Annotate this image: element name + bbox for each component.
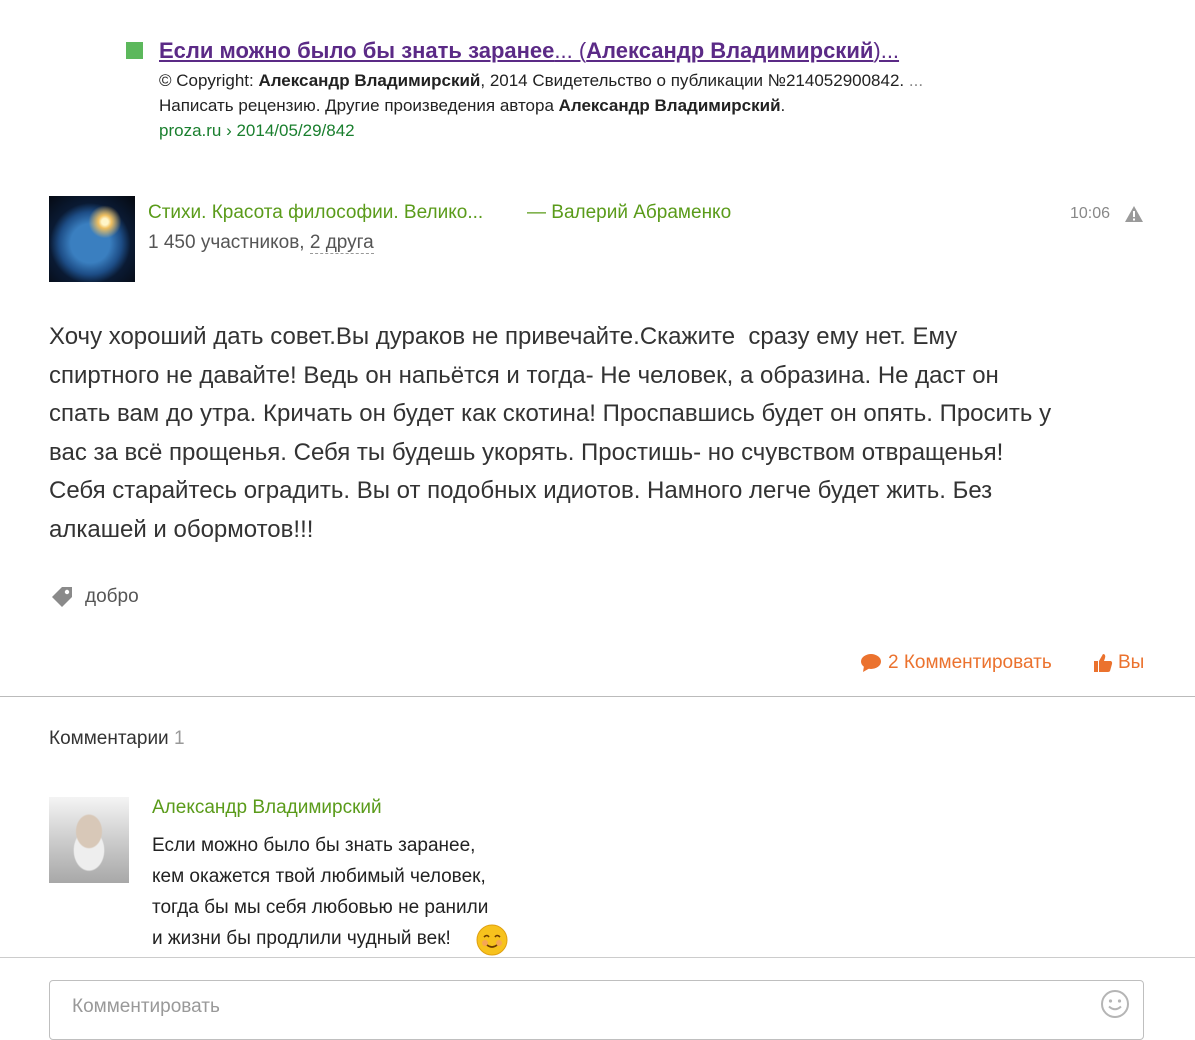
comment-text: Если можно было бы знать заранее, кем ок… (152, 835, 489, 949)
group-avatar[interactable] (49, 196, 135, 282)
result-title-main: Если можно было бы знать заранее (159, 38, 555, 63)
comment-author-avatar[interactable] (49, 797, 129, 883)
comments-title: Комментарии (49, 728, 169, 749)
comment-bubble-icon (861, 654, 881, 672)
copyright-suffix: , 2014 Свидетельство о публикации №21405… (480, 71, 909, 90)
members-count: 1 450 участников, (148, 232, 310, 253)
result-title-ellipsis-end: )... (873, 38, 900, 63)
result-marker-icon (126, 42, 143, 59)
like-button-label: Вы (1118, 652, 1145, 673)
comment-button-label: 2 Комментировать (888, 652, 1052, 673)
like-button[interactable]: Вы (1093, 652, 1144, 674)
emoji-button-icon[interactable] (1100, 989, 1130, 1019)
like-icon (1094, 654, 1113, 672)
comment-author-link[interactable]: Александр Владимирский (152, 797, 382, 819)
smile-emoji-icon (476, 924, 508, 956)
comment-button[interactable]: 2 Комментировать (860, 652, 1052, 674)
tag-icon (52, 587, 72, 607)
comment-input[interactable] (70, 995, 1074, 1019)
comments-count: 1 (173, 728, 185, 749)
copyright-prefix: © Copyright: (159, 71, 259, 90)
post-author-link[interactable]: — Валерий Абраменко (527, 202, 731, 224)
result-description-line1: © Copyright: Александр Владимирский, 201… (159, 71, 923, 91)
comment-form (49, 980, 1144, 1040)
result-url[interactable]: proza.ru › 2014/05/29/842 (159, 121, 355, 141)
result-description-line2: Написать рецензию. Другие произведения а… (159, 96, 785, 116)
review-author: Александр Владимирский (558, 96, 781, 115)
copyright-author: Александр Владимирский (258, 71, 481, 90)
group-meta: 1 450 участников, 2 друга (148, 232, 374, 254)
alert-icon[interactable] (1124, 205, 1144, 223)
section-divider (0, 696, 1195, 697)
review-suffix: . (780, 96, 786, 115)
comment-form-divider (0, 957, 1195, 958)
group-name-link[interactable]: Стихи. Красота философии. Велико... (148, 202, 483, 224)
result-title-link[interactable]: Если можно было бы знать заранее... (Але… (159, 38, 899, 64)
tag-link[interactable]: добро (85, 586, 139, 608)
post-text: Хочу хороший дать совет.Вы дураков не пр… (49, 323, 1052, 543)
result-title-author: Александр Владимирский (586, 38, 874, 63)
result-title-ellipsis: ... ( (554, 38, 587, 63)
comments-header: Комментарии 1 (49, 728, 185, 750)
post-time: 10:06 (1070, 205, 1111, 222)
review-prefix: Написать рецензию. Другие произведения а… (159, 96, 559, 115)
more-ellipsis[interactable]: ... (909, 71, 923, 90)
friends-link[interactable]: 2 друга (309, 232, 374, 254)
